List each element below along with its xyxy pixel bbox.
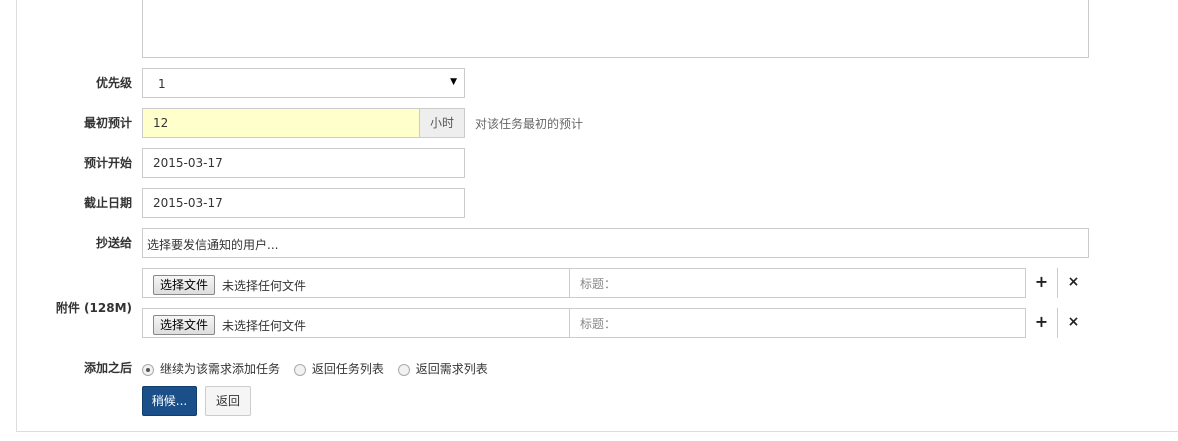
no-file-text: 未选择任何文件 [222, 319, 307, 333]
plus-icon[interactable]: + [1025, 268, 1057, 298]
attachment-title-input[interactable]: 标题： [569, 268, 1026, 298]
priority-value: 1 [158, 77, 166, 91]
est-start-value: 2015-03-17 [153, 156, 223, 170]
close-icon[interactable]: × [1057, 308, 1089, 338]
choose-file-button[interactable]: 选择文件 [153, 315, 216, 335]
plus-icon[interactable]: + [1025, 308, 1057, 338]
no-file-text: 未选择任何文件 [222, 279, 307, 293]
priority-select[interactable]: 1 ▼ [142, 68, 465, 98]
attachment-title-input[interactable]: 标题： [569, 308, 1026, 338]
radio-icon[interactable] [397, 363, 410, 376]
estimate-label: 最初预计 [83, 116, 132, 130]
attachment-title-placeholder: 标题： [580, 317, 617, 331]
estimate-input[interactable]: 12 [142, 108, 420, 138]
mailto-placeholder: 选择要发信通知的用户... [147, 238, 279, 252]
caret-down-icon: ▼ [450, 77, 457, 87]
attachment-row: 选择文件 未选择任何文件 标题： + × [142, 308, 1089, 338]
back-button[interactable]: 返回 [205, 386, 251, 416]
description-textarea[interactable] [142, 0, 1089, 58]
submit-button[interactable]: 稍候... [142, 386, 197, 416]
deadline-input[interactable]: 2015-03-17 [142, 188, 465, 218]
after-option-task-list[interactable]: 返回任务列表 [293, 360, 384, 377]
deadline-label: 截止日期 [83, 196, 132, 210]
mailto-label: 抄送给 [95, 236, 132, 250]
after-option-continue[interactable]: 继续为该需求添加任务 [142, 360, 280, 377]
deadline-value: 2015-03-17 [153, 196, 223, 210]
radio-icon[interactable] [293, 363, 306, 376]
attachments-label: 附件 (128M) [55, 301, 132, 315]
estimate-help: 对该任务最初的预计 [475, 117, 584, 131]
radio-selected-icon[interactable] [142, 363, 154, 376]
estimate-value: 12 [153, 116, 169, 130]
after-option-story-list[interactable]: 返回需求列表 [397, 360, 488, 377]
after-option-label: 继续为该需求添加任务 [160, 362, 281, 376]
est-start-label: 预计开始 [83, 156, 132, 170]
attachment-row: 选择文件 未选择任何文件 标题： + × [142, 268, 1089, 298]
after-radio-group: 继续为该需求添加任务 返回任务列表 返回需求列表 [142, 360, 498, 377]
after-option-label: 返回需求列表 [415, 362, 488, 376]
estimate-unit: 小时 [419, 108, 465, 138]
after-option-label: 返回任务列表 [311, 362, 384, 376]
attachment-title-placeholder: 标题： [580, 277, 617, 291]
close-icon[interactable]: × [1057, 268, 1089, 298]
mailto-input[interactable]: 选择要发信通知的用户... [142, 228, 1089, 258]
after-label: 添加之后 [83, 361, 132, 375]
priority-label: 优先级 [95, 76, 132, 90]
est-start-input[interactable]: 2015-03-17 [142, 148, 465, 178]
choose-file-button[interactable]: 选择文件 [153, 275, 216, 295]
